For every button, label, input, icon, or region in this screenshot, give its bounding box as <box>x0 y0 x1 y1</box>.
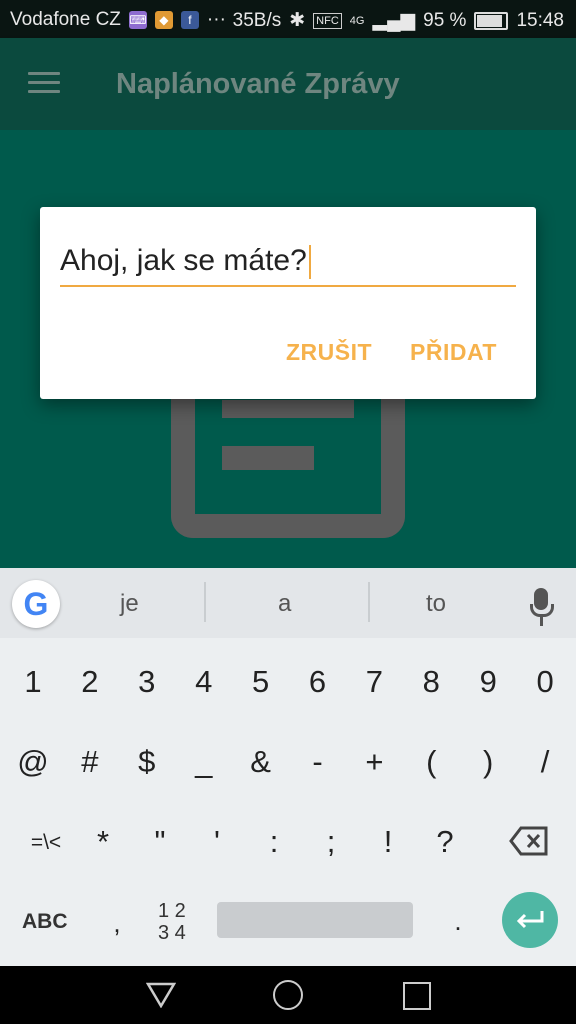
recent-apps-icon[interactable] <box>403 982 431 1010</box>
status-bar: Vodafone CZ ⌨ ◆ f ··· 35B/s ✱ NFC 4G ▂▄▆… <box>0 0 576 38</box>
cancel-button[interactable]: ZRUŠIT <box>286 339 372 366</box>
carrier-label: Vodafone CZ <box>10 9 121 30</box>
document-line <box>222 400 354 418</box>
key[interactable]: 8 <box>407 664 455 700</box>
key[interactable]: 1 <box>9 664 57 700</box>
navigation-bar <box>0 966 576 1024</box>
more-notifications: ··· <box>206 9 226 30</box>
divider <box>204 582 206 622</box>
app-bar: Naplánované Zprávy <box>0 38 576 130</box>
google-logo: G <box>23 585 49 622</box>
ticket-icon: ◆ <box>154 11 173 29</box>
bluetooth-icon: ✱ <box>289 10 306 31</box>
key[interactable]: _ <box>180 744 228 780</box>
enter-key[interactable] <box>502 892 558 948</box>
key[interactable]: # <box>66 744 114 780</box>
text-cursor <box>308 245 311 280</box>
key[interactable]: ( <box>407 744 455 780</box>
key[interactable]: @ <box>9 744 57 780</box>
hamburger-icon[interactable] <box>28 72 60 94</box>
suggestion-2[interactable]: a <box>278 590 291 618</box>
key[interactable]: : <box>250 824 298 860</box>
nfc-icon: NFC <box>313 12 342 29</box>
network-speed: 35B/s <box>232 9 282 31</box>
message-input-text: Ahoj, jak se máte? <box>60 244 307 277</box>
keyboard: G je a to 1234567890 @ # $ _ & - +() / =\< * " ':;… <box>0 568 576 966</box>
suggestion-3[interactable]: to <box>426 590 446 618</box>
document-line <box>222 446 314 470</box>
key[interactable]: & <box>237 744 285 780</box>
key[interactable]: " <box>136 824 184 860</box>
google-logo-button[interactable]: G <box>12 580 60 628</box>
key[interactable]: =\< <box>22 831 70 855</box>
signal-icon: ▂▄▆ <box>372 10 416 31</box>
key[interactable]: 9 <box>464 664 512 700</box>
key[interactable]: * <box>79 824 127 860</box>
space-key[interactable] <box>217 902 413 938</box>
key[interactable]: ' <box>193 824 241 860</box>
abc-key[interactable]: ABC <box>22 910 68 934</box>
key[interactable]: 3 <box>123 664 171 700</box>
enter-icon <box>516 911 544 929</box>
key[interactable]: ; <box>307 824 355 860</box>
period-key[interactable]: . <box>434 906 482 937</box>
suggestion-bar: G je a to <box>0 568 576 638</box>
home-icon[interactable] <box>273 980 303 1010</box>
numpad-bottom: 3 4 <box>158 922 186 944</box>
key[interactable]: ? <box>421 824 469 860</box>
clock: 15:48 <box>516 9 564 31</box>
key[interactable]: 7 <box>350 664 398 700</box>
network-type: 4G <box>349 14 365 27</box>
key[interactable]: + <box>350 744 398 780</box>
key[interactable]: 0 <box>521 664 569 700</box>
back-icon[interactable] <box>146 982 176 1008</box>
suggestion-1[interactable]: je <box>120 590 139 618</box>
add-button[interactable]: PŘIDAT <box>410 339 497 366</box>
divider <box>368 582 370 622</box>
message-input[interactable]: Ahoj, jak se máte? <box>60 237 516 287</box>
numpad-top: 1 2 <box>158 900 186 922</box>
key[interactable]: 6 <box>294 664 342 700</box>
key[interactable]: ! <box>364 824 412 860</box>
key[interactable]: - <box>294 744 342 780</box>
key[interactable]: 2 <box>66 664 114 700</box>
key[interactable]: $ <box>123 744 171 780</box>
comma-key[interactable]: , <box>93 908 141 939</box>
add-message-dialog: Ahoj, jak se máte? ZRUŠIT PŘIDAT <box>40 207 536 399</box>
keyboard-icon: ⌨ <box>128 11 147 29</box>
facebook-icon: f <box>180 11 199 29</box>
battery-percent: 95 % <box>423 9 467 31</box>
backspace-key[interactable] <box>509 826 549 856</box>
key[interactable]: / <box>521 744 569 780</box>
page-title: Naplánované Zprávy <box>116 68 400 100</box>
key[interactable]: ) <box>464 744 512 780</box>
battery-icon <box>474 11 509 30</box>
key[interactable]: 4 <box>180 664 228 700</box>
numpad-key[interactable]: 1 2 3 4 <box>158 900 186 944</box>
key[interactable]: 5 <box>237 664 285 700</box>
